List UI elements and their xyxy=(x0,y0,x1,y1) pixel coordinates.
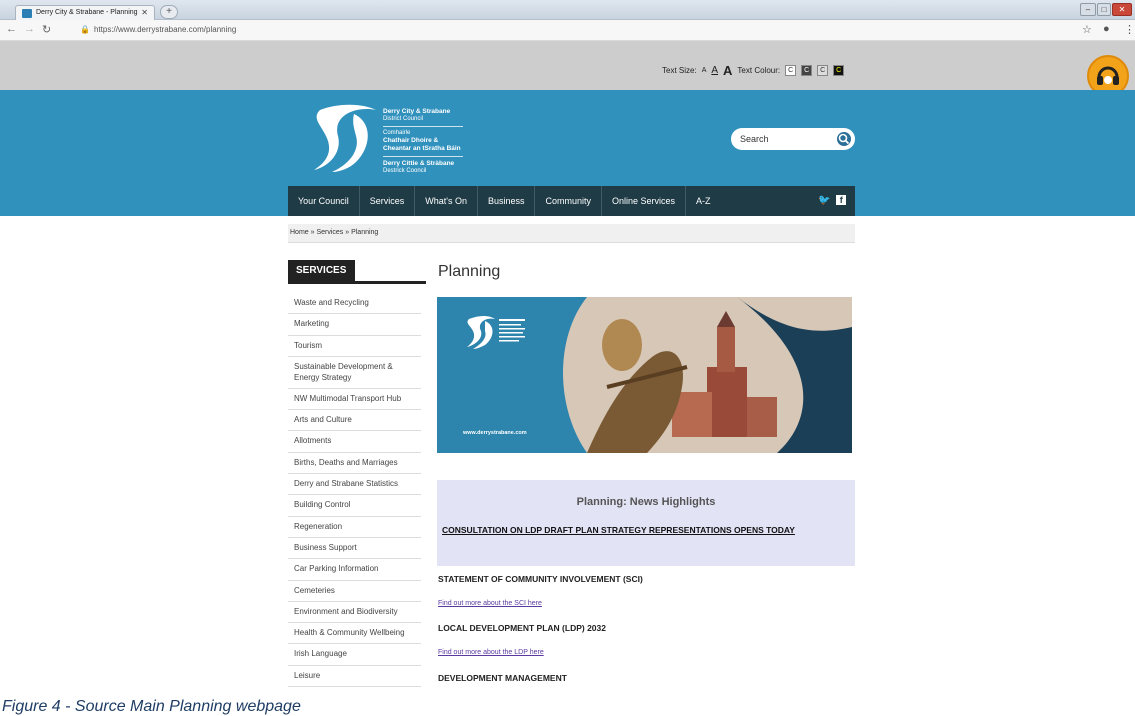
main-navigation: Your Council Services What's On Business… xyxy=(288,186,855,216)
colour-grey-button[interactable]: C xyxy=(817,65,829,76)
section-heading-development-management: DEVELOPMENT MANAGEMENT xyxy=(438,673,567,683)
headphones-icon xyxy=(1097,66,1119,85)
nav-services[interactable]: Services xyxy=(360,186,416,216)
sidebar-item-health[interactable]: Health & Community Wellbeing xyxy=(288,623,421,645)
sidebar-item-arts[interactable]: Arts and Culture xyxy=(288,410,421,432)
colour-dark-button[interactable]: C xyxy=(801,65,813,76)
profile-icon[interactable]: ● xyxy=(1103,23,1110,35)
logo-irish-small: Comhairle xyxy=(383,130,411,136)
browser-tab[interactable]: Derry City & Strabane - Planning ✕ xyxy=(15,5,155,21)
nav-your-council[interactable]: Your Council xyxy=(288,186,360,216)
text-size-large-button[interactable]: A xyxy=(723,63,732,78)
search-button[interactable] xyxy=(835,130,853,148)
sidebar-item-business-support[interactable]: Business Support xyxy=(288,538,421,560)
sidebar-item-statistics[interactable]: Derry and Strabane Statistics xyxy=(288,474,421,496)
nav-online-services[interactable]: Online Services xyxy=(602,186,687,216)
news-link-ldp-consultation[interactable]: CONSULTATION ON LDP DRAFT PLAN STRATEGY … xyxy=(442,524,842,537)
sidebar-item-cemeteries[interactable]: Cemeteries xyxy=(288,581,421,602)
close-tab-icon[interactable]: ✕ xyxy=(141,6,148,20)
sidebar-item-sustainable[interactable]: Sustainable Development & Energy Strateg… xyxy=(288,357,421,389)
banner-website-url: www.derrystrabane.com xyxy=(463,430,527,436)
sidebar-item-marketing[interactable]: Marketing xyxy=(288,314,421,336)
address-bar: ← → ↻ 🔒 https://www.derrystrabane.com/pla… xyxy=(0,20,1135,41)
sidebar-item-transport-hub[interactable]: NW Multimodal Transport Hub xyxy=(288,389,421,411)
sidebar-item-irish-language[interactable]: Irish Language xyxy=(288,644,421,666)
nav-community[interactable]: Community xyxy=(535,186,602,216)
page-title: Planning xyxy=(438,263,501,280)
logo-ulster-scots: Derry Cittie & Stràbane xyxy=(383,160,455,167)
sidebar-item-allotments[interactable]: Allotments xyxy=(288,431,421,453)
reload-icon[interactable]: ↻ xyxy=(42,23,51,36)
sidebar-item-regeneration[interactable]: Regeneration xyxy=(288,517,421,538)
accessibility-bar xyxy=(0,41,1135,90)
sidebar-item-births[interactable]: Births, Deaths and Marriages xyxy=(288,453,421,475)
maximize-button[interactable]: □ xyxy=(1097,3,1111,16)
close-window-button[interactable]: ✕ xyxy=(1112,3,1132,16)
logo-wordmark: Derry City & Strabane District Council C… xyxy=(383,108,463,175)
forward-icon[interactable]: → xyxy=(24,23,35,35)
figure-caption: Figure 4 - Source Main Planning webpage xyxy=(2,698,301,715)
link-sci[interactable]: Find out more about the SCI here xyxy=(438,600,542,607)
lock-icon: 🔒 xyxy=(80,25,90,34)
url-field[interactable]: 🔒 https://www.derrystrabane.com/planning xyxy=(80,25,236,34)
accessibility-controls: Text Size: A A A Text Colour: C C C C xyxy=(662,63,845,78)
council-logo[interactable] xyxy=(310,100,380,172)
section-heading-sci: STATEMENT OF COMMUNITY INVOLVEMENT (SCI) xyxy=(438,574,643,584)
text-size-small-button[interactable]: A xyxy=(702,67,707,74)
nav-whats-on[interactable]: What's On xyxy=(415,186,478,216)
text-colour-label: Text Colour: xyxy=(737,66,781,75)
planning-banner-image: www.derrystrabane.com xyxy=(437,297,852,453)
sidebar-item-environment[interactable]: Environment and Biodiversity xyxy=(288,602,421,624)
bookmark-star-icon[interactable]: ☆ xyxy=(1082,23,1092,36)
services-menu: Waste and Recycling Marketing Tourism Su… xyxy=(288,293,421,688)
search-icon xyxy=(838,133,850,145)
logo-irish-1: Chathair Dhoire & xyxy=(383,137,439,144)
sidebar-item-leisure[interactable]: Leisure xyxy=(288,666,421,688)
new-tab-button[interactable]: + xyxy=(160,5,178,19)
link-ldp[interactable]: Find out more about the LDP here xyxy=(438,649,544,656)
sidebar-item-waste[interactable]: Waste and Recycling xyxy=(288,293,421,315)
section-heading-ldp: LOCAL DEVELOPMENT PLAN (LDP) 2032 xyxy=(438,623,606,633)
sidebar-item-car-parking[interactable]: Car Parking Information xyxy=(288,559,421,581)
logo-sub-english: District Council xyxy=(383,116,424,122)
nav-business[interactable]: Business xyxy=(478,186,536,216)
sidebar-item-building-control[interactable]: Building Control xyxy=(288,495,421,517)
tab-title: Derry City & Strabane - Planning xyxy=(36,9,138,16)
menu-kebab-icon[interactable]: ⋮ xyxy=(1124,23,1135,36)
twitter-icon[interactable]: 🐦 xyxy=(818,195,830,206)
news-highlights-title: Planning: News Highlights xyxy=(576,496,716,508)
nav-a-z[interactable]: A-Z xyxy=(686,186,721,216)
back-icon[interactable]: ← xyxy=(6,23,17,35)
services-heading-text: SERVICES xyxy=(288,260,355,281)
site-favicon-icon xyxy=(22,9,32,18)
url-text: https://www.derrystrabane.com/planning xyxy=(93,25,237,34)
colour-contrast-button[interactable]: C xyxy=(833,65,845,76)
social-links: 🐦 f xyxy=(818,195,847,206)
logo-irish-2: Cheantar an tSratha Báin xyxy=(383,145,461,152)
browser-tab-bar: Derry City & Strabane - Planning ✕ + – □… xyxy=(0,0,1135,21)
logo-ulster-sub: Destrick Cooncil xyxy=(383,168,427,174)
breadcrumb[interactable]: Home » Services » Planning xyxy=(288,224,855,243)
colour-white-button[interactable]: C xyxy=(785,65,797,76)
facebook-icon[interactable]: f xyxy=(836,195,847,205)
text-size-label: Text Size: xyxy=(662,66,697,75)
news-highlights-box: Planning: News Highlights CONSULTATION O… xyxy=(437,480,855,566)
text-size-medium-button[interactable]: A xyxy=(711,65,718,76)
services-heading: SERVICES xyxy=(288,260,426,284)
minimize-button[interactable]: – xyxy=(1080,3,1096,16)
logo-name-english: Derry City & Strabane xyxy=(383,108,451,115)
sidebar-item-tourism[interactable]: Tourism xyxy=(288,336,421,357)
